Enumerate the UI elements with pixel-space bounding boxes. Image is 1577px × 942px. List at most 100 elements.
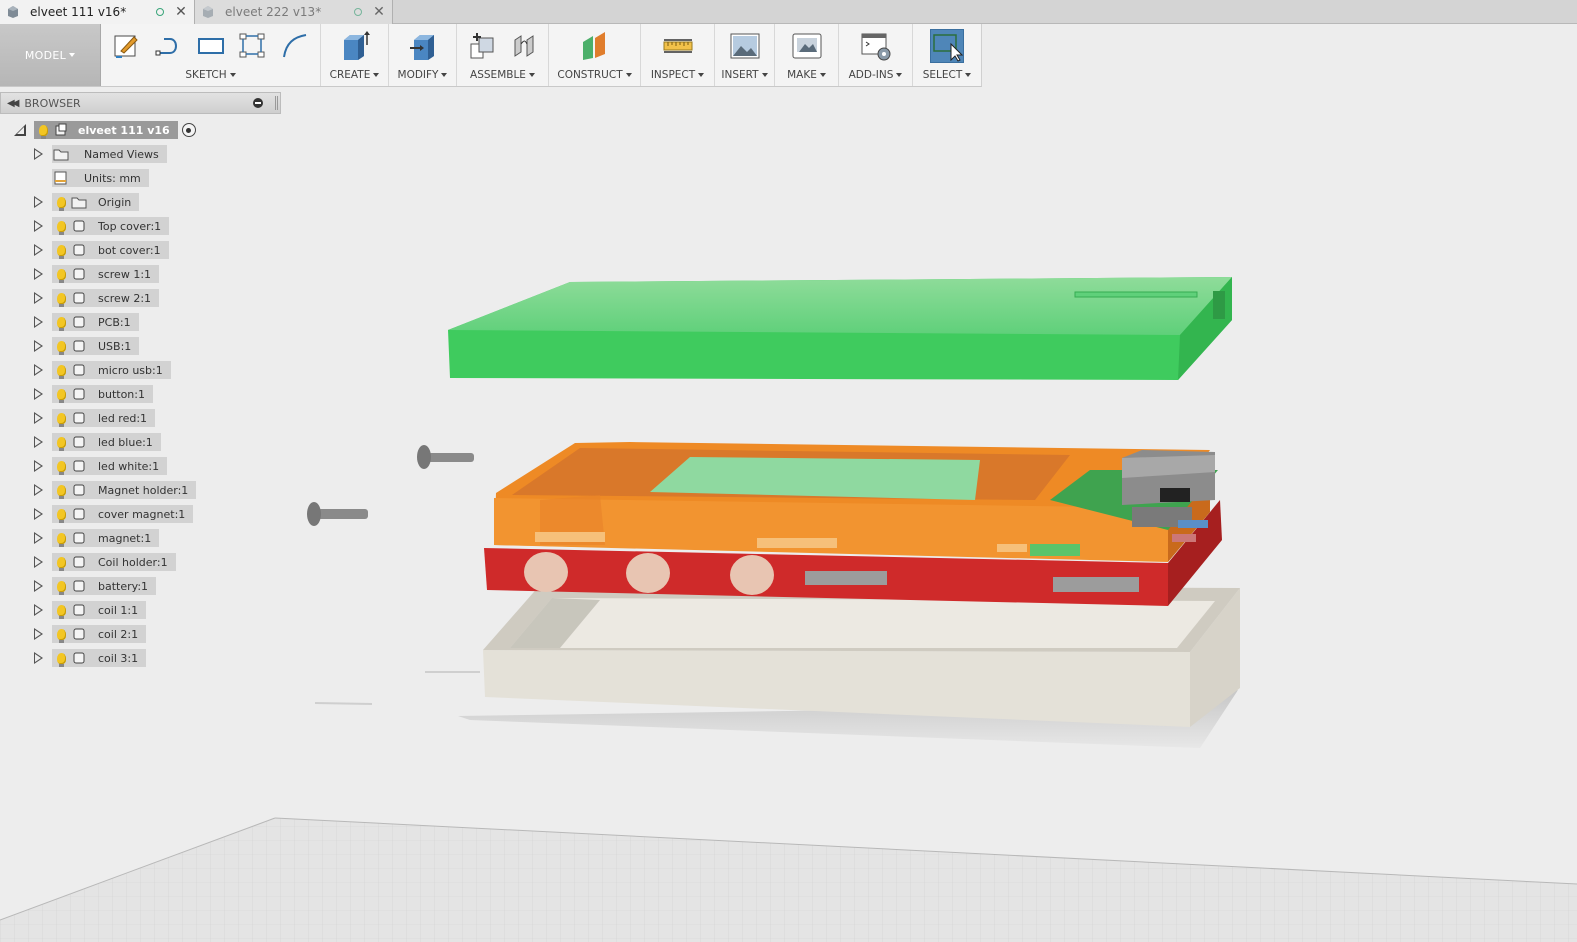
browser-item-component[interactable]: battery:1 <box>32 576 156 596</box>
toolbar-group-insert[interactable]: INSERT <box>715 24 775 86</box>
expand-icon[interactable] <box>32 484 44 496</box>
visibility-bulb-icon[interactable] <box>52 505 70 523</box>
browser-root-node[interactable]: elveet 111 v16 <box>34 121 178 139</box>
collapse-panel-icon[interactable]: ◀◀ <box>7 98 16 109</box>
expand-icon[interactable] <box>32 436 44 448</box>
expand-icon[interactable] <box>32 652 44 664</box>
browser-item-component[interactable]: Coil holder:1 <box>32 552 176 572</box>
activate-target-icon[interactable] <box>182 123 196 137</box>
create-sketch-icon[interactable] <box>110 29 144 63</box>
browser-item-component[interactable]: coil 3:1 <box>32 648 146 668</box>
insert-image-icon[interactable] <box>728 29 762 63</box>
press-pull-icon[interactable] <box>406 29 440 63</box>
select-tool-icon[interactable] <box>930 29 964 63</box>
expand-icon[interactable] <box>32 460 44 472</box>
arc-tool-icon[interactable] <box>278 29 312 63</box>
3d-print-icon[interactable] <box>790 29 824 63</box>
visibility-bulb-icon[interactable] <box>52 193 70 211</box>
visibility-bulb-icon[interactable] <box>52 649 70 667</box>
toolbar-group-sketch[interactable]: SKETCH <box>101 24 321 86</box>
toolbar-group-add-ins[interactable]: ADD-INS <box>839 24 913 86</box>
visibility-bulb-icon[interactable] <box>52 337 70 355</box>
visibility-bulb-icon[interactable] <box>52 625 70 643</box>
browser-item-component[interactable]: led red:1 <box>32 408 155 428</box>
expand-icon[interactable] <box>32 316 44 328</box>
scripts-addins-icon[interactable] <box>859 29 893 63</box>
line-tool-icon[interactable] <box>152 29 186 63</box>
visibility-bulb-icon[interactable] <box>52 601 70 619</box>
expand-icon[interactable] <box>32 604 44 616</box>
new-component-icon[interactable] <box>465 29 499 63</box>
expand-icon[interactable] <box>32 340 44 352</box>
visibility-bulb-icon[interactable] <box>52 361 70 379</box>
expand-icon[interactable] <box>32 268 44 280</box>
toolbar-group-construct[interactable]: CONSTRUCT <box>549 24 641 86</box>
rectangle-tool-icon[interactable] <box>194 29 228 63</box>
browser-item-named-views[interactable]: Named Views <box>32 144 167 164</box>
visibility-bulb-icon[interactable] <box>52 289 70 307</box>
visibility-bulb-icon[interactable] <box>52 217 70 235</box>
extrude-icon[interactable] <box>338 29 372 63</box>
document-tab-active[interactable]: elveet 111 v16* ✕ <box>0 0 195 24</box>
expand-icon[interactable] <box>32 364 44 376</box>
visibility-bulb-icon[interactable] <box>34 121 52 139</box>
expand-icon[interactable] <box>32 244 44 256</box>
expand-icon[interactable] <box>32 388 44 400</box>
browser-item-component[interactable]: coil 1:1 <box>32 600 146 620</box>
browser-item-component[interactable]: led white:1 <box>32 456 167 476</box>
browser-item-component[interactable]: magnet:1 <box>32 528 159 548</box>
toolbar-group-inspect[interactable]: INSPECT <box>641 24 715 86</box>
pin-panel-icon[interactable] <box>253 98 263 108</box>
joint-icon[interactable] <box>507 29 541 63</box>
browser-item-component[interactable]: PCB:1 <box>32 312 139 332</box>
visibility-bulb-icon[interactable] <box>52 457 70 475</box>
expand-icon[interactable] <box>32 412 44 424</box>
expand-icon[interactable] <box>32 628 44 640</box>
toolbar-group-modify[interactable]: MODIFY <box>389 24 457 86</box>
measure-icon[interactable] <box>661 29 695 63</box>
browser-item-component[interactable]: bot cover:1 <box>32 240 169 260</box>
expand-icon[interactable] <box>32 220 44 232</box>
visibility-bulb-icon[interactable] <box>52 409 70 427</box>
visibility-bulb-icon[interactable] <box>52 481 70 499</box>
visibility-bulb-icon[interactable] <box>52 433 70 451</box>
expand-icon[interactable] <box>32 508 44 520</box>
expand-icon[interactable] <box>32 580 44 592</box>
close-icon[interactable]: ✕ <box>372 4 386 20</box>
browser-item-component[interactable]: Top cover:1 <box>32 216 169 236</box>
visibility-bulb-icon[interactable] <box>52 553 70 571</box>
close-icon[interactable]: ✕ <box>174 4 188 20</box>
browser-item-component[interactable]: screw 1:1 <box>32 264 159 284</box>
resize-grip-icon[interactable] <box>275 96 278 110</box>
browser-item-component[interactable]: USB:1 <box>32 336 139 356</box>
expand-icon[interactable] <box>32 556 44 568</box>
browser-item-component[interactable]: micro usb:1 <box>32 360 171 380</box>
workspace-switcher[interactable]: MODEL <box>0 24 101 86</box>
browser-item-component[interactable]: coil 2:1 <box>32 624 146 644</box>
expand-icon[interactable] <box>32 148 44 160</box>
expand-collapse-icon[interactable] <box>14 124 26 136</box>
document-tab-inactive[interactable]: elveet 222 v13* ✕ <box>195 0 393 24</box>
toolbar-group-select[interactable]: SELECT <box>913 24 981 86</box>
browser-item-component[interactable]: cover magnet:1 <box>32 504 193 524</box>
canvas-viewport[interactable] <box>0 0 1577 942</box>
browser-item-component[interactable]: led blue:1 <box>32 432 161 452</box>
browser-item-origin[interactable]: Origin <box>32 192 139 212</box>
visibility-bulb-icon[interactable] <box>52 577 70 595</box>
browser-root-row[interactable]: elveet 111 v16 <box>14 120 196 140</box>
visibility-bulb-icon[interactable] <box>52 241 70 259</box>
browser-item-component[interactable]: Magnet holder:1 <box>32 480 196 500</box>
visibility-bulb-icon[interactable] <box>52 265 70 283</box>
toolbar-group-assemble[interactable]: ASSEMBLE <box>457 24 549 86</box>
expand-icon[interactable] <box>32 292 44 304</box>
browser-item-component[interactable]: button:1 <box>32 384 153 404</box>
visibility-bulb-icon[interactable] <box>52 529 70 547</box>
browser-item-component[interactable]: screw 2:1 <box>32 288 159 308</box>
visibility-bulb-icon[interactable] <box>52 313 70 331</box>
visibility-bulb-icon[interactable] <box>52 385 70 403</box>
expand-icon[interactable] <box>32 196 44 208</box>
pattern-tool-icon[interactable] <box>236 29 270 63</box>
toolbar-group-make[interactable]: MAKE <box>775 24 839 86</box>
expand-icon[interactable] <box>32 532 44 544</box>
toolbar-group-create[interactable]: CREATE <box>321 24 389 86</box>
